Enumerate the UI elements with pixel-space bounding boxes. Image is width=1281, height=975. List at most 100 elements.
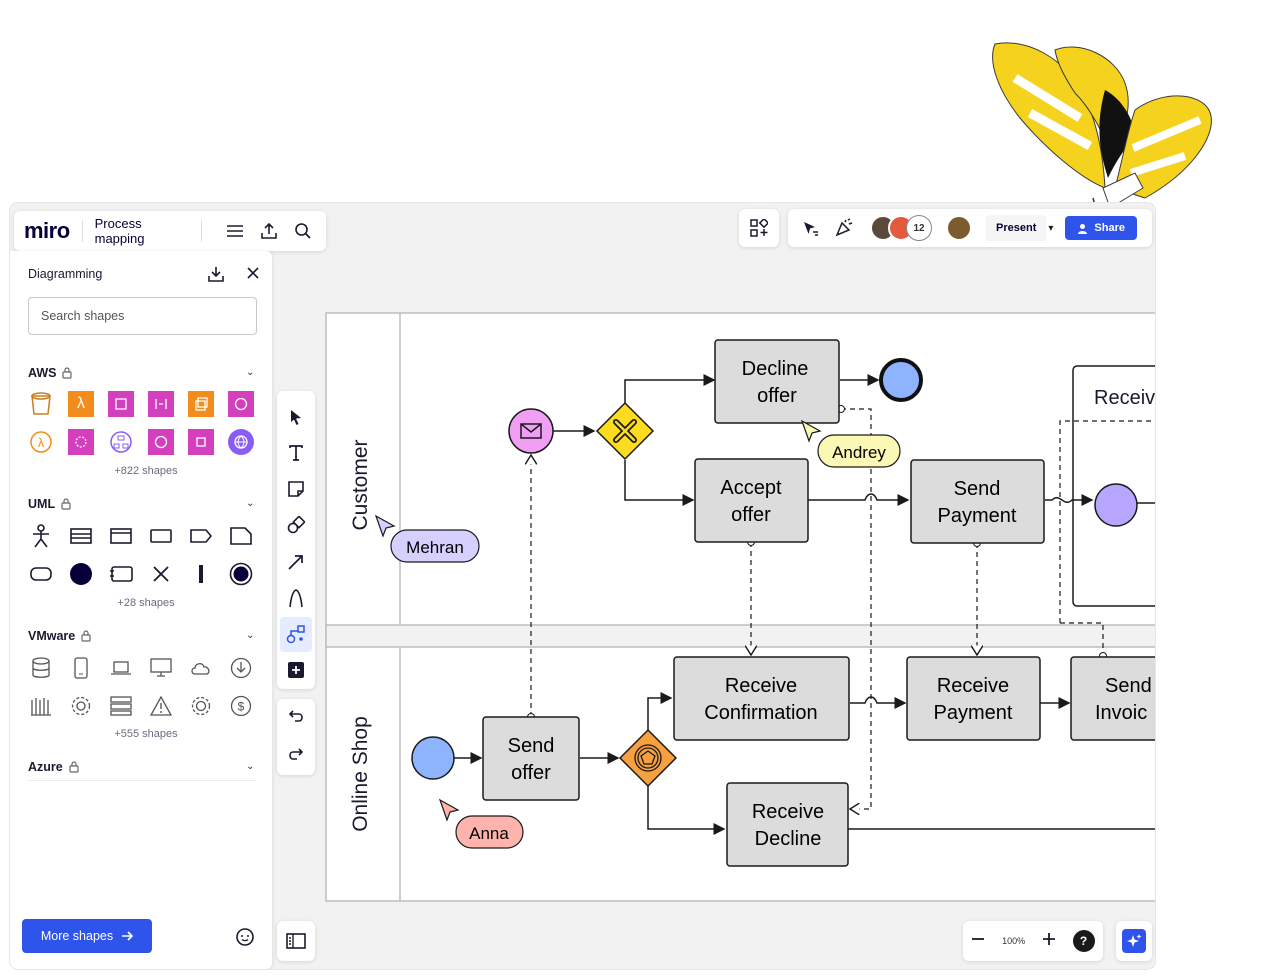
help-button[interactable]: ? [1072, 930, 1095, 952]
aws-cluster-icon[interactable] [68, 429, 94, 455]
task-receive-payment[interactable] [906, 656, 1041, 741]
participants[interactable]: 12 [870, 215, 932, 241]
zoom-in-icon[interactable] [1042, 932, 1056, 951]
end-event[interactable] [879, 358, 923, 402]
intermediate-event[interactable] [1094, 483, 1138, 527]
aws-hierarchy-icon[interactable] [108, 429, 134, 455]
uml-activity-icon[interactable] [28, 561, 54, 587]
vmware-warning-icon[interactable] [148, 693, 174, 719]
panel-toggle-button[interactable] [277, 921, 315, 961]
text-tool-icon[interactable] [280, 435, 312, 470]
chevron-down-icon[interactable]: ⌄ [246, 367, 254, 378]
celebrate-icon[interactable] [830, 218, 858, 238]
task-accept-offer-line1: Accept [720, 477, 782, 499]
aws-ec2-icon[interactable] [188, 391, 214, 417]
vmware-settings-icon[interactable] [68, 693, 94, 719]
aws-more-count[interactable]: +822 shapes [10, 465, 282, 477]
uml-fork-icon[interactable] [188, 561, 214, 587]
follow-cursor-icon[interactable] [796, 219, 824, 237]
aws-network-icon[interactable] [188, 429, 214, 455]
section-azure[interactable]: Azure [28, 760, 79, 774]
vmware-library-icon[interactable] [28, 693, 54, 719]
close-icon[interactable] [246, 266, 260, 285]
sticky-note-tool-icon[interactable] [280, 472, 312, 507]
apps-button[interactable] [739, 209, 779, 247]
aws-api-icon[interactable] [148, 391, 174, 417]
aws-s3-bucket-icon[interactable] [28, 391, 54, 417]
menu-icon[interactable] [221, 217, 247, 245]
vmware-mobile-icon[interactable] [68, 655, 94, 681]
avatar[interactable] [946, 215, 972, 241]
uml-class-icon[interactable] [68, 523, 94, 549]
uml-interface-icon[interactable] [108, 523, 134, 549]
ai-assistant-button[interactable] [1116, 921, 1152, 961]
connector-tool-icon[interactable] [280, 544, 312, 579]
aws-globe-icon[interactable] [228, 429, 254, 455]
task-send-invoice[interactable] [1070, 656, 1155, 741]
import-icon[interactable] [207, 265, 225, 288]
vmware-cloud-icon[interactable] [188, 655, 214, 681]
shapes-tool-icon[interactable] [280, 508, 312, 543]
undo-icon[interactable] [287, 709, 305, 728]
vmware-desktop-icon[interactable] [148, 655, 174, 681]
redo-icon[interactable] [287, 747, 305, 766]
section-aws[interactable]: AWS [28, 366, 73, 380]
vmware-server-icon[interactable] [108, 693, 134, 719]
uml-destroy-icon[interactable] [148, 561, 174, 587]
chevron-down-icon[interactable]: ⌄ [246, 761, 254, 772]
search-shapes-input[interactable]: Search shapes [28, 297, 257, 335]
export-icon[interactable] [256, 217, 282, 245]
diagramming-tool-icon[interactable] [280, 616, 312, 652]
app-screen: Customer Online Shop Receiv Decline offe… [0, 0, 1281, 975]
pen-tool-icon[interactable] [280, 580, 312, 615]
vmware-database-icon[interactable] [28, 655, 54, 681]
aws-eventbridge-icon[interactable] [228, 391, 254, 417]
search-icon[interactable] [290, 217, 316, 245]
uml-state-icon[interactable] [148, 523, 174, 549]
feedback-icon[interactable] [235, 927, 255, 952]
chevron-down-icon[interactable]: ⌄ [246, 498, 254, 509]
zoom-level[interactable]: 100% [1002, 936, 1025, 946]
uml-more-count[interactable]: +28 shapes [10, 597, 282, 609]
share-label: Share [1094, 222, 1125, 234]
share-button[interactable]: Share [1065, 216, 1137, 240]
chevron-down-icon[interactable]: ▾ [1048, 223, 1053, 234]
aws-lambda-icon[interactable]: λ [68, 391, 94, 417]
present-button[interactable]: Present [986, 215, 1047, 241]
uml-final-node-icon[interactable] [228, 561, 254, 587]
section-azure-label: Azure [28, 760, 63, 774]
zoom-out-icon[interactable] [971, 932, 985, 951]
board-title[interactable]: Process mapping [95, 216, 189, 246]
message-catch-event[interactable] [508, 408, 554, 454]
task-receive-confirmation[interactable] [673, 656, 850, 741]
task-accept-offer[interactable] [694, 458, 809, 543]
aws-lambda-outline-icon[interactable]: λ [28, 429, 54, 455]
uml-note-icon[interactable] [228, 523, 254, 549]
section-uml[interactable]: UML [28, 497, 71, 511]
task-decline-offer-line1: Decline [742, 358, 809, 380]
aws-database-icon[interactable] [108, 391, 134, 417]
task-decline-offer[interactable] [714, 339, 840, 424]
vmware-laptop-icon[interactable] [108, 655, 134, 681]
task-send-offer[interactable] [482, 716, 580, 801]
vmware-more-count[interactable]: +555 shapes [10, 728, 282, 740]
participants-count[interactable]: 12 [906, 215, 932, 241]
task-send-payment[interactable] [910, 459, 1045, 544]
chevron-down-icon[interactable]: ⌄ [246, 630, 254, 641]
start-event[interactable] [411, 736, 455, 780]
select-tool-icon[interactable] [280, 399, 312, 434]
task-receive-decline[interactable] [726, 782, 849, 867]
history-controls [277, 699, 315, 775]
vmware-api-icon[interactable] [188, 693, 214, 719]
board-canvas[interactable]: Customer Online Shop Receiv Decline offe… [10, 203, 1155, 969]
uml-actor-icon[interactable] [28, 523, 54, 549]
section-vmware[interactable]: VMware [28, 629, 91, 643]
uml-signal-icon[interactable] [188, 523, 214, 549]
vmware-download-icon[interactable] [228, 655, 254, 681]
add-more-tool-icon[interactable] [280, 653, 312, 688]
aws-mq-icon[interactable] [148, 429, 174, 455]
vmware-billing-icon[interactable]: $ [228, 693, 254, 719]
uml-initial-node-icon[interactable] [68, 561, 94, 587]
uml-component-icon[interactable] [108, 561, 134, 587]
more-shapes-button[interactable]: More shapes [22, 919, 152, 953]
